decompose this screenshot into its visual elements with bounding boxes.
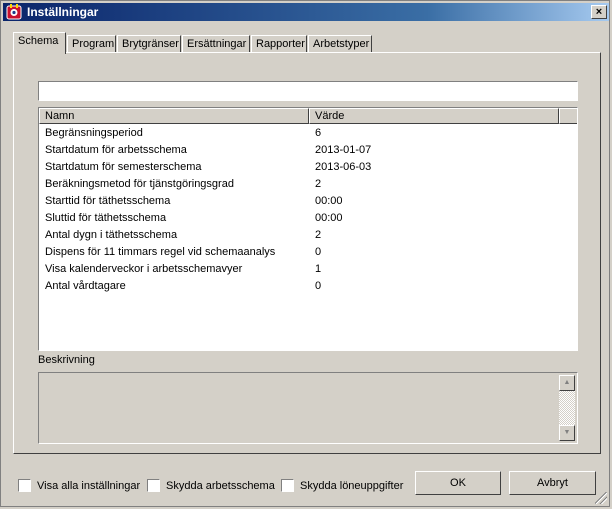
row-value: 00:00 bbox=[315, 195, 343, 207]
arrow-down-icon: ▼ bbox=[563, 429, 571, 436]
tab-ersattningar[interactable]: Ersättningar bbox=[182, 35, 250, 53]
row-value: 6 bbox=[315, 127, 322, 139]
column-header-filler bbox=[559, 108, 577, 124]
checkbox-box[interactable] bbox=[18, 479, 31, 492]
row-name: Sluttid för täthetsschema bbox=[45, 212, 167, 224]
cancel-button[interactable]: Avbryt bbox=[509, 471, 596, 495]
checkbox-label: Skydda arbetsschema bbox=[166, 480, 275, 492]
app-icon bbox=[6, 4, 22, 20]
tab-schema[interactable]: Schema bbox=[13, 32, 66, 54]
tab-arbetstyper[interactable]: Arbetstyper bbox=[308, 35, 372, 53]
row-name: Antal vårdtagare bbox=[45, 280, 126, 292]
description-scrollbar[interactable]: ▲ ▼ bbox=[559, 375, 575, 441]
row-name: Starttid för täthetsschema bbox=[45, 195, 171, 207]
row-name: Startdatum för semesterschema bbox=[45, 161, 202, 173]
row-value: 2013-01-07 bbox=[315, 144, 372, 156]
checkbox-label: Visa alla inställningar bbox=[37, 480, 141, 492]
table-row[interactable]: Sluttid för täthetsschema 00:00 bbox=[39, 210, 577, 227]
scroll-up-button[interactable]: ▲ bbox=[559, 375, 575, 391]
row-value: 0 bbox=[315, 280, 322, 292]
search-input[interactable] bbox=[38, 81, 578, 101]
scroll-down-button[interactable]: ▼ bbox=[559, 425, 575, 441]
ok-button[interactable]: OK bbox=[415, 471, 501, 495]
row-value: 2 bbox=[315, 229, 322, 241]
table-row[interactable]: Antal vårdtagare 0 bbox=[39, 278, 577, 295]
column-header-varde[interactable]: Värde bbox=[309, 108, 559, 124]
table-header: Namn Värde bbox=[39, 108, 577, 124]
row-value: 0 bbox=[315, 246, 322, 258]
row-value: 2013-06-03 bbox=[315, 161, 372, 173]
close-button[interactable]: × bbox=[591, 5, 607, 19]
table-row[interactable]: Begränsningsperiod 6 bbox=[39, 125, 577, 142]
table-row[interactable]: Starttid för täthetsschema 00:00 bbox=[39, 193, 577, 210]
table-row[interactable]: Dispens för 11 timmars regel vid schemaa… bbox=[39, 244, 577, 261]
settings-table: Namn Värde Begränsningsperiod 6 Startdatu… bbox=[38, 107, 578, 351]
checkbox-box[interactable] bbox=[147, 479, 160, 492]
column-header-namn[interactable]: Namn bbox=[39, 108, 309, 124]
tab-program[interactable]: Program bbox=[67, 35, 116, 53]
row-name: Dispens för 11 timmars regel vid schemaa… bbox=[45, 246, 276, 258]
table-row[interactable]: Beräkningsmetod för tjänstgöringsgrad 2 bbox=[39, 176, 577, 193]
tab-brytgranser[interactable]: Brytgränser bbox=[117, 35, 181, 53]
description-box: ▲ ▼ bbox=[38, 372, 578, 444]
row-value: 00:00 bbox=[315, 212, 343, 224]
table-row[interactable]: Antal dygn i täthetsschema 2 bbox=[39, 227, 577, 244]
table-row[interactable]: Visa kalenderveckor i arbetsschemavyer 1 bbox=[39, 261, 577, 278]
title-bar[interactable]: Inställningar × bbox=[3, 3, 609, 21]
window-title: Inställningar bbox=[27, 5, 99, 19]
settings-window: Inställningar × Schema Program Brytgräns… bbox=[0, 0, 610, 507]
row-name: Begränsningsperiod bbox=[45, 127, 143, 139]
tab-rapporter[interactable]: Rapporter bbox=[251, 35, 307, 53]
checkbox-box[interactable] bbox=[281, 479, 294, 492]
arrow-up-icon: ▲ bbox=[563, 379, 571, 386]
close-icon: × bbox=[595, 6, 603, 18]
table-row[interactable]: Startdatum för arbetsschema 2013-01-07 bbox=[39, 142, 577, 159]
row-name: Visa kalenderveckor i arbetsschemavyer bbox=[45, 263, 243, 275]
table-row[interactable]: Startdatum för semesterschema 2013-06-03 bbox=[39, 159, 577, 176]
description-label: Beskrivning bbox=[38, 354, 95, 366]
checkbox-label: Skydda löneuppgifter bbox=[300, 480, 404, 492]
row-name: Beräkningsmetod för tjänstgöringsgrad bbox=[45, 178, 234, 190]
resize-grip-icon[interactable] bbox=[595, 492, 607, 504]
row-value: 2 bbox=[315, 178, 322, 190]
row-value: 1 bbox=[315, 263, 322, 275]
row-name: Antal dygn i täthetsschema bbox=[45, 229, 178, 241]
row-name: Startdatum för arbetsschema bbox=[45, 144, 187, 156]
